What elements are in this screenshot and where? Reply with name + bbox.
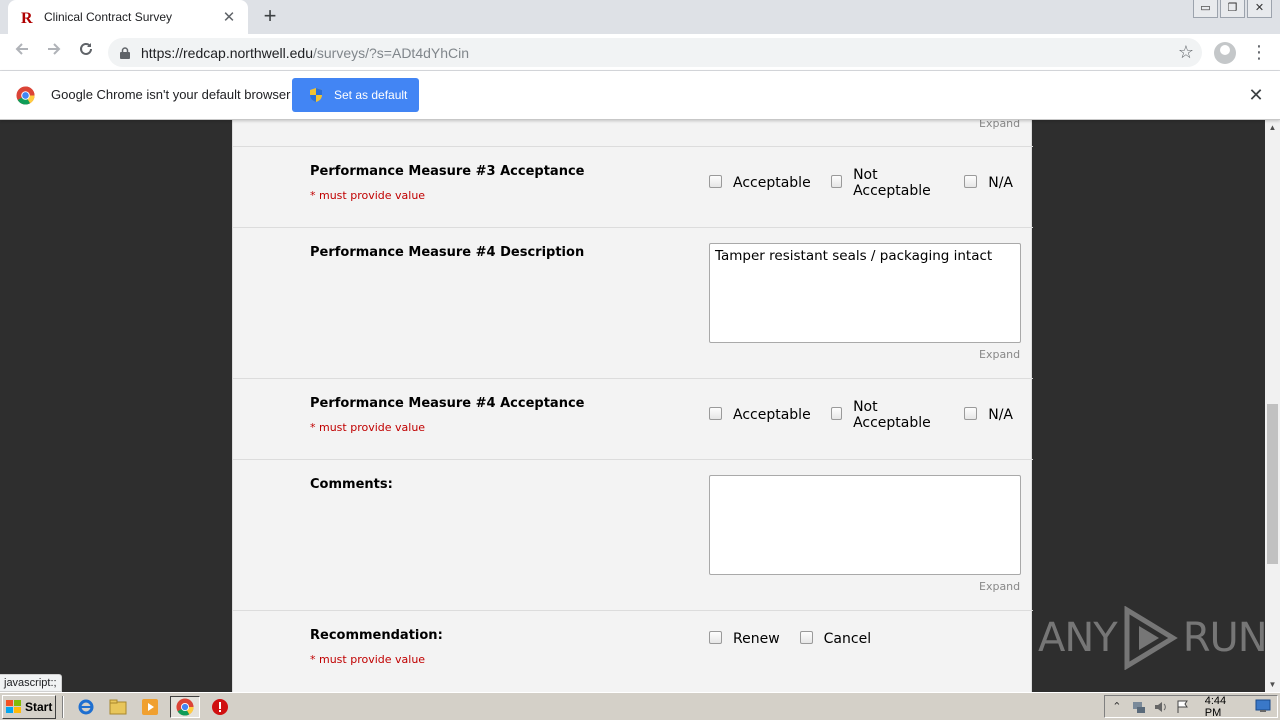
- pm3-option-na[interactable]: N/A: [964, 174, 1013, 191]
- svg-text:R: R: [21, 10, 33, 25]
- show-desktop-icon[interactable]: [1255, 699, 1271, 715]
- required-notice: * must provide value: [310, 189, 426, 202]
- checkbox[interactable]: [830, 174, 843, 188]
- start-button[interactable]: Start: [2, 694, 56, 719]
- checkbox[interactable]: [709, 630, 722, 644]
- pm4-acceptance-options: Acceptable Not Acceptable N/A: [709, 399, 1033, 431]
- pm3-option-acceptable[interactable]: Acceptable: [709, 174, 811, 191]
- window-controls: ▭ ❐ ✕: [1191, 0, 1272, 18]
- expand-link[interactable]: Expand: [979, 580, 1020, 593]
- checkbox[interactable]: [964, 174, 978, 188]
- recommendation-option-cancel[interactable]: Cancel: [799, 630, 871, 647]
- new-tab-button[interactable]: +: [258, 4, 282, 28]
- infobar-message: Google Chrome isn't your default browser: [51, 87, 291, 102]
- pm4-option-na[interactable]: N/A: [964, 406, 1013, 423]
- volume-icon[interactable]: [1153, 699, 1169, 715]
- pm4-acceptance-row: Performance Measure #4 Acceptance * must…: [233, 379, 1033, 460]
- taskbar-separator: [62, 695, 64, 718]
- start-label: Start: [25, 699, 53, 714]
- url-path: /surveys/?s=ADt4dYhCin: [313, 44, 470, 61]
- required-notice: * must provide value: [310, 653, 426, 666]
- comments-label: Comments:: [310, 477, 393, 492]
- required-notice: * must provide value: [310, 421, 426, 434]
- pm3-acceptance-label: Performance Measure #3 Acceptance: [310, 164, 585, 179]
- comments-row: Comments: Expand: [233, 460, 1033, 611]
- pm3-acceptance-row: Performance Measure #3 Acceptance * must…: [233, 147, 1033, 228]
- survey-form: Expand Performance Measure #3 Acceptance…: [232, 120, 1033, 692]
- internet-explorer-icon[interactable]: [74, 696, 98, 718]
- vertical-scrollbar[interactable]: ▲ ▼: [1265, 120, 1280, 692]
- stop-sign-icon[interactable]: [208, 696, 232, 718]
- taskbar-clock[interactable]: 4:44 PM: [1205, 695, 1245, 719]
- recommendation-row: Recommendation: * must provide value Ren…: [233, 611, 1033, 692]
- scroll-up-arrow-icon[interactable]: ▲: [1265, 120, 1280, 135]
- recommendation-option-renew[interactable]: Renew: [709, 630, 780, 647]
- back-button[interactable]: [10, 40, 34, 64]
- watermark-text-left: ANY: [1038, 615, 1118, 661]
- anyrun-watermark: ANY RUN: [1038, 606, 1268, 670]
- chrome-logo-icon: [16, 86, 35, 105]
- pm4-acceptance-label: Performance Measure #4 Acceptance: [310, 396, 585, 411]
- checkbox[interactable]: [830, 406, 843, 420]
- network-icon[interactable]: [1131, 699, 1147, 715]
- pm4-description-row: Performance Measure #4 Description Tampe…: [233, 228, 1033, 379]
- action-center-flag-icon[interactable]: [1175, 699, 1191, 715]
- address-bar[interactable]: https://redcap.northwell.edu/surveys/?s=…: [108, 38, 1202, 67]
- file-explorer-icon[interactable]: [106, 696, 130, 718]
- tray-expand-icon[interactable]: ⌃: [1109, 699, 1125, 715]
- infobar-close-icon[interactable]: ✕: [1246, 85, 1266, 106]
- scrollbar-thumb[interactable]: [1267, 404, 1278, 564]
- pm4-option-acceptable[interactable]: Acceptable: [709, 406, 811, 423]
- back-arrow-icon: [15, 43, 28, 55]
- tab-strip: R Clinical Contract Survey ✕ + ▭ ❐ ✕: [0, 0, 1280, 34]
- pm4-description-textarea[interactable]: Tamper resistant seals / packaging intac…: [709, 243, 1021, 343]
- redcap-favicon-icon: R: [20, 9, 36, 25]
- recommendation-options: Renew Cancel: [709, 630, 891, 647]
- recommendation-label: Recommendation:: [310, 628, 443, 643]
- status-bubble: javascript:;: [0, 674, 62, 692]
- windows-flag-icon: [6, 699, 21, 713]
- checkbox[interactable]: [709, 406, 722, 420]
- comments-textarea[interactable]: [709, 475, 1021, 575]
- system-tray: ⌃ 4:44 PM: [1104, 695, 1278, 719]
- pm4-description-label: Performance Measure #4 Description: [310, 245, 585, 260]
- watermark-text-right: RUN: [1182, 615, 1268, 661]
- set-as-default-button[interactable]: Set as default: [292, 78, 419, 112]
- checkbox[interactable]: [799, 630, 813, 644]
- pm3-acceptance-options: Acceptable Not Acceptable N/A: [709, 167, 1033, 199]
- default-browser-infobar: Google Chrome isn't your default browser…: [0, 71, 1280, 120]
- survey-row-prev: Expand: [233, 120, 1033, 147]
- reload-button[interactable]: [74, 40, 98, 64]
- profile-avatar-icon[interactable]: [1214, 42, 1236, 64]
- reload-icon: [80, 42, 92, 55]
- bookmark-star-icon[interactable]: ☆: [1178, 42, 1194, 63]
- media-player-icon[interactable]: [138, 696, 162, 718]
- expand-link[interactable]: Expand: [979, 120, 1020, 130]
- scroll-down-arrow-icon[interactable]: ▼: [1265, 677, 1280, 692]
- chrome-taskbar-icon[interactable]: [170, 695, 200, 718]
- forward-button[interactable]: [42, 40, 66, 64]
- close-window-button[interactable]: ✕: [1247, 0, 1272, 18]
- uac-shield-icon: [310, 88, 322, 102]
- browser-toolbar: https://redcap.northwell.edu/surveys/?s=…: [0, 34, 1280, 71]
- play-logo-icon: [1124, 606, 1178, 670]
- checkbox[interactable]: [964, 406, 978, 420]
- expand-link[interactable]: Expand: [979, 348, 1020, 361]
- chrome-menu-icon[interactable]: ⋮: [1250, 40, 1268, 64]
- url-host: https://redcap.northwell.edu: [141, 44, 313, 61]
- checkbox[interactable]: [709, 174, 722, 188]
- set-as-default-label: Set as default: [334, 88, 408, 102]
- forward-arrow-icon: [48, 43, 61, 55]
- pm4-option-not-acceptable[interactable]: Not Acceptable: [830, 399, 945, 431]
- minimize-button[interactable]: ▭: [1193, 0, 1218, 18]
- tab-title: Clinical Contract Survey: [44, 10, 173, 24]
- pm3-option-not-acceptable[interactable]: Not Acceptable: [830, 167, 945, 199]
- lock-icon: [120, 46, 130, 59]
- restore-button[interactable]: ❐: [1220, 0, 1245, 18]
- windows-taskbar: Start ⌃ 4:44 PM: [0, 692, 1280, 720]
- browser-tab[interactable]: R Clinical Contract Survey ✕: [8, 0, 248, 34]
- tab-close-icon[interactable]: ✕: [220, 8, 238, 26]
